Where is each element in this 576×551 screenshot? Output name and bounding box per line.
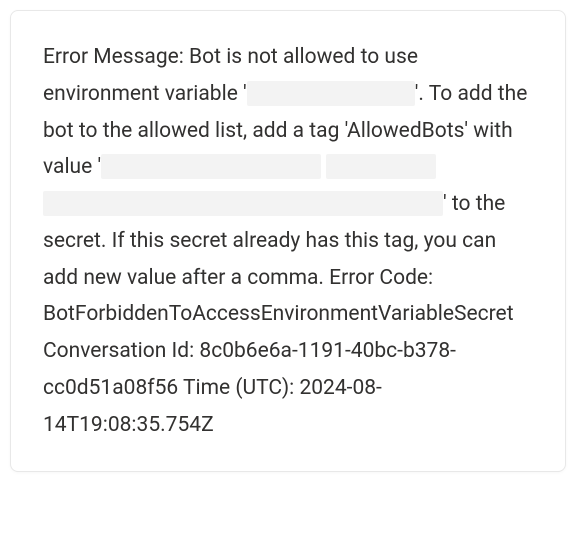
error-text-part3: ' to the secret. If this secret already … <box>43 192 514 363</box>
redacted-env-variable <box>247 81 415 106</box>
redacted-allowed-value-1 <box>101 154 321 179</box>
error-card: Error Message: Bot is not allowed to use… <box>10 10 566 472</box>
redacted-allowed-value-3 <box>43 191 443 216</box>
time-label: Time (UTC): <box>178 376 299 400</box>
redacted-allowed-value-2 <box>326 154 436 179</box>
error-message-text: Error Message: Bot is not allowed to use… <box>43 39 533 443</box>
